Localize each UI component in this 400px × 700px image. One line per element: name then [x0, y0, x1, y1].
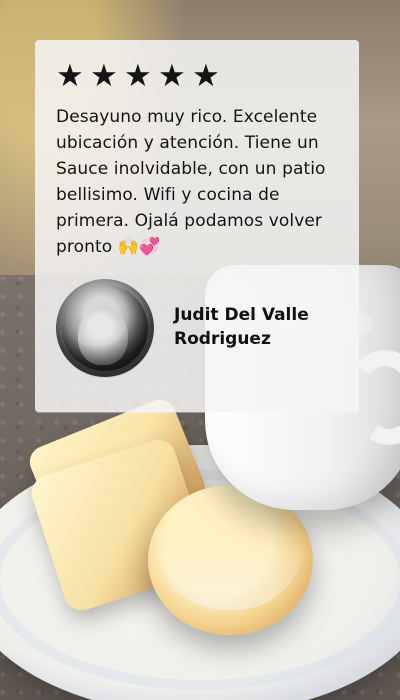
- review-text: Desayuno muy rico. Excelente ubicación y…: [56, 107, 326, 257]
- reviewer-avatar: [56, 279, 154, 377]
- star-icon: ★: [56, 58, 84, 94]
- rating-stars: ★ ★ ★ ★ ★: [56, 58, 220, 94]
- star-icon: ★: [124, 58, 152, 94]
- reviewer-name: Judit Del Valle Rodriguez: [174, 305, 309, 349]
- star-icon: ★: [158, 58, 186, 94]
- star-icon: ★: [192, 58, 220, 94]
- star-icon: ★: [90, 58, 118, 94]
